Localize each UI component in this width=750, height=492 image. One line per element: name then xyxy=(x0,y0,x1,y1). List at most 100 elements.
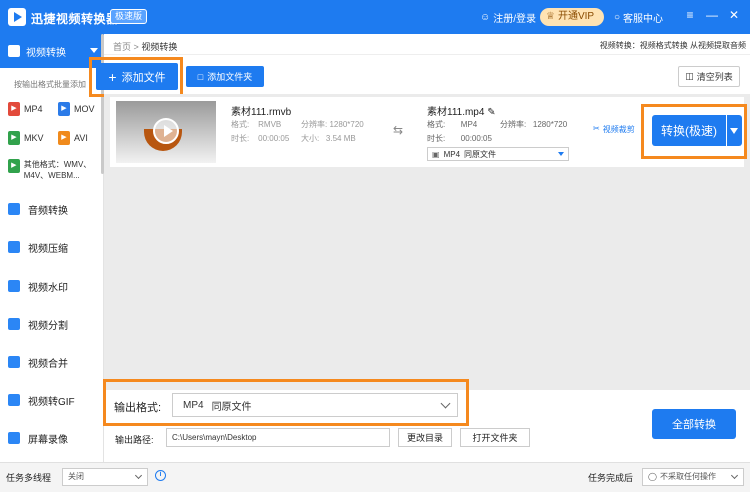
sidebar-item-screen-record[interactable]: 屏幕录像 xyxy=(0,423,104,453)
sidebar-item-video-compress[interactable]: 视频压缩 xyxy=(0,232,104,262)
convert-all-button[interactable]: 全部转换 xyxy=(652,409,736,439)
breadcrumb-separator: > xyxy=(133,42,139,52)
change-directory-button[interactable]: 更改目录 xyxy=(398,428,452,447)
format-avi[interactable]: ▶ AVI xyxy=(58,131,88,145)
vip-button[interactable]: ♕ 开通VIP xyxy=(540,8,604,26)
format-other[interactable]: ▶ 其他格式：WMV、M4V、WEBM... xyxy=(8,159,100,181)
sidebar-item-label: 视频水印 xyxy=(28,282,68,294)
chevron-down-icon xyxy=(90,48,98,53)
sidebar-item-label: 音频转换 xyxy=(28,205,68,217)
format-mp4[interactable]: ▶ MP4 xyxy=(8,102,43,116)
split-icon xyxy=(8,318,20,330)
breadcrumb-current: 视频转换 xyxy=(141,42,178,52)
trim-button[interactable]: ✂ 视频裁剪 xyxy=(593,124,635,135)
breadcrumb-home[interactable]: 首页 xyxy=(113,42,131,52)
clock-icon: ◯ xyxy=(648,472,657,481)
sidebar-item-watermark[interactable]: 视频水印 xyxy=(0,271,104,301)
chevron-down-icon xyxy=(134,471,143,480)
add-file-label: 添加文件 xyxy=(121,71,166,84)
login-button[interactable]: ☺ 注册/登录 xyxy=(480,10,536,25)
app-title: 迅捷视频转换器 xyxy=(31,12,119,26)
other-format-icon: ▶ xyxy=(8,159,20,173)
add-folder-label: 添加文件夹 xyxy=(207,72,253,82)
edition-badge: 极速版 xyxy=(110,9,148,24)
format-mkv[interactable]: ▶ MKV xyxy=(8,131,44,145)
service-label: 客服中心 xyxy=(623,14,664,25)
after-task-select[interactable]: ◯ 不采取任何操作 xyxy=(642,468,744,486)
mov-icon: ▶ xyxy=(58,102,70,116)
output-file-name[interactable]: 素材111.mp4 ✎ xyxy=(427,103,496,118)
video-icon: ▣ xyxy=(432,149,440,159)
output-path-input[interactable]: C:\Users\mayn\Desktop xyxy=(166,428,390,447)
menu-icon[interactable]: ≡ xyxy=(683,8,697,22)
trim-label: 视频裁剪 xyxy=(602,125,635,134)
convert-button[interactable]: 转换(极速) xyxy=(652,115,726,146)
mkv-icon: ▶ xyxy=(8,131,20,145)
source-file-name: 素材111.rmvb xyxy=(231,107,292,118)
format-mov[interactable]: ▶ MOV xyxy=(58,102,95,116)
multithread-select[interactable]: 关闭 xyxy=(62,468,148,486)
open-folder-button[interactable]: 打开文件夹 xyxy=(460,428,530,447)
chevron-down-icon xyxy=(440,398,451,409)
gif-icon xyxy=(8,394,20,406)
compress-icon xyxy=(8,241,20,253)
plus-icon: + xyxy=(108,68,117,85)
format-label: MP4 xyxy=(24,104,43,114)
merge-icon xyxy=(8,356,20,368)
sidebar-item-audio-convert[interactable]: 音频转换 xyxy=(0,194,104,224)
avi-icon: ▶ xyxy=(58,131,70,145)
crown-icon: ♕ xyxy=(546,11,555,22)
play-icon[interactable] xyxy=(153,118,179,144)
sidebar-item-label: 视频压缩 xyxy=(28,243,68,255)
sidebar-item-label: 视频合并 xyxy=(28,358,68,370)
clear-list-button[interactable]: ◫ 清空列表 xyxy=(678,66,740,87)
status-bar: 任务多线程 关闭 i 任务完成后 ◯ 不采取任何操作 xyxy=(0,462,750,492)
source-resolution: 分辨率: 1280*720 xyxy=(301,120,364,129)
output-format-select-fmt: MP4 xyxy=(443,149,461,159)
folder-icon: □ xyxy=(197,71,204,82)
service-button[interactable]: ○ 客服中心 xyxy=(614,10,663,25)
record-icon xyxy=(8,432,20,444)
close-icon[interactable]: ✕ xyxy=(727,8,741,22)
sidebar-item-merge[interactable]: 视频合并 xyxy=(0,347,104,377)
sidebar-item-label: 屏幕录像 xyxy=(28,434,68,446)
format-label: MKV xyxy=(24,133,44,143)
chat-icon: ○ xyxy=(614,12,621,23)
add-file-button[interactable]: + 添加文件 xyxy=(96,63,178,90)
convert-arrow-icon: ⇆ xyxy=(393,123,404,137)
sidebar-item-label: 视频分割 xyxy=(28,320,68,332)
output-format: 格式: MP4 xyxy=(427,120,478,129)
add-folder-button[interactable]: □ 添加文件夹 xyxy=(186,66,264,87)
user-icon: ☺ xyxy=(480,12,491,23)
output-format-dropdown[interactable]: MP4 同原文件 xyxy=(172,393,458,417)
scissors-icon: ✂ xyxy=(593,124,600,133)
output-duration: 时长: 00:00:05 xyxy=(427,134,492,143)
trash-icon: ◫ xyxy=(685,71,694,81)
app-logo-icon xyxy=(8,8,26,26)
login-label: 注册/登录 xyxy=(493,14,536,25)
output-format-label: 输出格式: xyxy=(114,402,162,414)
output-format-value: MP4 xyxy=(183,399,204,411)
source-duration: 时长: 00:00:05 xyxy=(231,134,290,143)
output-format-select[interactable]: ▣ MP4 同原文件 xyxy=(427,147,569,161)
clear-list-label: 清空列表 xyxy=(696,72,733,82)
title-bar: 迅捷视频转换器 极速版 ☺ 注册/登录 ♕ 开通VIP ○ 客服中心 ≡ — ✕ xyxy=(0,0,750,34)
output-resolution: 分辨率: 1280*720 xyxy=(500,120,568,129)
window-controls: ≡ — ✕ xyxy=(683,8,741,22)
video-thumbnail[interactable] xyxy=(116,101,216,163)
chevron-down-icon xyxy=(730,471,739,480)
breadcrumb: 首页 > 视频转换 xyxy=(113,40,177,53)
sidebar-item-gif[interactable]: 视频转GIF xyxy=(0,385,104,415)
sidebar-item-label: 视频转GIF xyxy=(28,396,75,408)
edit-icon[interactable]: ✎ xyxy=(487,107,495,118)
vip-label: 开通VIP xyxy=(557,11,595,22)
minimize-icon[interactable]: — xyxy=(705,8,719,22)
convert-options-dropdown[interactable] xyxy=(727,115,742,146)
multithread-label: 任务多线程 xyxy=(6,473,52,483)
divider xyxy=(104,54,750,55)
after-task-label: 任务完成后 xyxy=(588,473,634,483)
info-icon[interactable]: i xyxy=(155,470,166,481)
sidebar-item-split[interactable]: 视频分割 xyxy=(0,309,104,339)
source-format: 格式: RMVB xyxy=(231,120,282,129)
audio-icon xyxy=(8,203,20,215)
